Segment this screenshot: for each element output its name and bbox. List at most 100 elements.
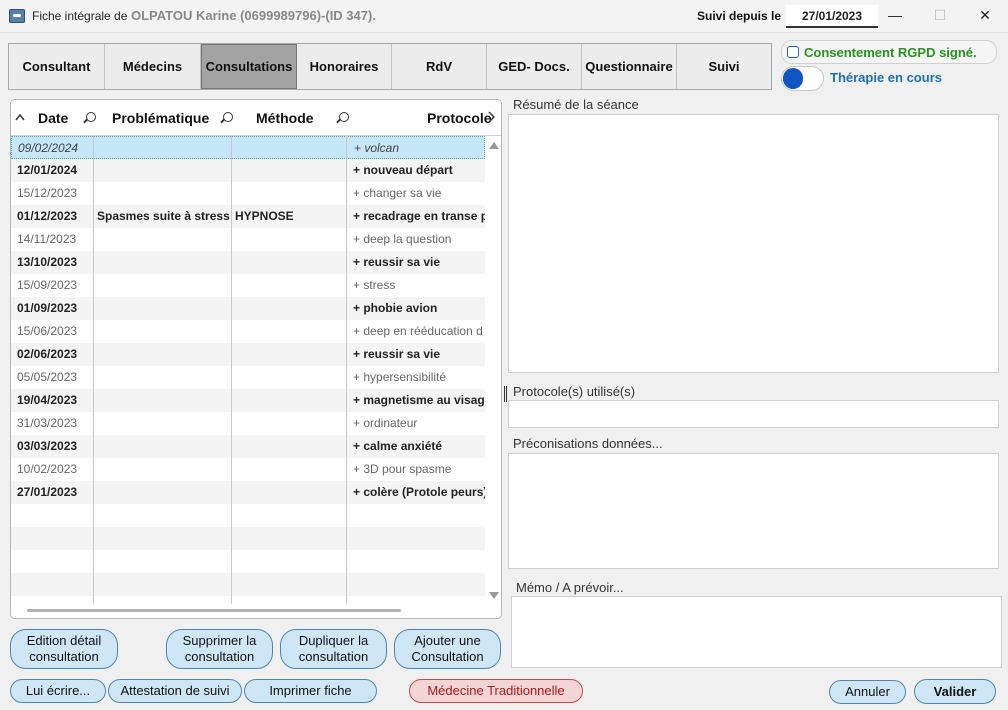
table-row[interactable] [11,504,485,527]
table-row[interactable]: 14/11/2023 + deep la question [11,228,485,251]
checkbox-icon[interactable] [787,46,799,58]
tab-ged-docs[interactable]: GED- Docs. [487,44,582,89]
cell-protocol: + hypersensibilité [353,370,447,384]
cell-method [235,573,345,596]
add-consultation-button[interactable]: Ajouter une Consultation [394,629,501,669]
cell-date [17,527,93,550]
scroll-up-icon[interactable] [489,142,499,149]
column-header-problem[interactable]: Problématique [112,110,209,126]
cell-date: 10/02/2023 [17,462,78,476]
cell-method [236,137,346,158]
sort-up-icon[interactable] [15,114,25,121]
cell-date: 05/05/2023 [17,370,78,384]
cell-method [235,343,345,366]
search-method-icon[interactable] [339,112,349,122]
scroll-right-icon[interactable] [487,111,495,123]
table-row[interactable]: 15/06/2023 + deep en rééducation d [11,320,485,343]
cell-method [235,527,345,550]
traditional-medicine-button[interactable]: Médecine Traditionnelle [409,679,583,703]
cell-problem [97,159,231,182]
column-header-method[interactable]: Méthode [256,110,314,126]
close-button[interactable]: ✕ [962,0,1008,30]
table-row[interactable]: 19/04/2023 + magnetisme au visage [11,389,485,412]
cell-problem [97,389,231,412]
tab-consultant[interactable]: Consultant [9,44,105,89]
horizontal-scrollbar[interactable] [27,609,401,612]
recommendations-textarea[interactable] [508,453,999,569]
table-row[interactable]: 01/12/2023 Spasmes suite à stress HYPNOSE +… [11,205,485,228]
cell-date: 01/09/2023 [17,301,78,315]
minimize-button[interactable]: — [872,0,918,30]
cancel-button[interactable]: Annuler [829,680,906,704]
cell-date: 27/01/2023 [17,485,78,499]
cell-protocol: + calme anxiété [353,439,443,453]
cell-problem [97,320,231,343]
tab-rdv[interactable]: RdV [392,44,487,89]
cell-protocol: + phobie avion [353,301,438,315]
search-date-icon[interactable] [86,112,96,122]
table-row[interactable]: 01/09/2023 + phobie avion [11,297,485,320]
cell-problem [97,481,231,504]
cell-protocol: + magnetisme au visage [353,393,485,407]
column-divider [346,136,347,604]
rgpd-consent-checkbox[interactable]: Consentement RGPD signé. [781,40,997,64]
cell-protocol: + reussir sa vie [353,347,441,361]
splitter-handle[interactable] [504,386,507,402]
column-header-protocol[interactable]: Protocole [427,110,492,126]
certificate-button[interactable]: Attestation de suivi [108,679,242,703]
cell-method [235,481,345,504]
table-row[interactable]: 13/10/2023 + reussir sa vie [11,251,485,274]
edit-detail-button[interactable]: Edition détail consultation [10,629,118,669]
table-row[interactable]: 27/01/2023 + colère (Protole peurs) [11,481,485,504]
cell-date: 09/02/2024 [18,141,79,155]
table-row[interactable] [11,573,485,596]
summary-textarea[interactable] [508,114,999,373]
maximize-button[interactable]: ☐ [917,0,963,30]
cell-protocol [353,504,485,527]
duplicate-consultation-button[interactable]: Dupliquer la consultation [280,629,387,669]
cell-date: 19/04/2023 [17,393,78,407]
search-problem-icon[interactable] [223,112,233,122]
cell-protocol [353,573,485,596]
therapy-toggle[interactable] [781,66,824,91]
write-button[interactable]: Lui écrire... [10,679,106,703]
tab-medecins[interactable]: Médecins [105,44,201,89]
table-row[interactable]: 09/02/2024 + volcan [11,136,485,159]
follow-since-date-field[interactable]: 27/01/2023 [786,5,878,28]
table-row[interactable]: 02/06/2023 + reussir sa vie [11,343,485,366]
table-row[interactable]: 12/01/2024 + nouveau départ [11,159,485,182]
cell-date: 14/11/2023 [17,232,77,246]
tab-questionnaire[interactable]: Questionnaire [582,44,677,89]
table-row[interactable]: 31/03/2023 + ordinateur [11,412,485,435]
table-row[interactable]: 15/09/2023 + stress [11,274,485,297]
delete-consultation-button[interactable]: Supprimer la consultation [166,629,273,669]
column-header-date[interactable]: Date [38,110,68,126]
table-row[interactable] [11,550,485,573]
table-row[interactable]: 03/03/2023 + calme anxiété [11,435,485,458]
print-button[interactable]: Imprimer fiche [244,679,377,703]
protocols-field[interactable] [508,400,999,428]
consultations-table: Date Problématique Méthode Protocole 09/… [10,99,502,619]
table-row[interactable]: 05/05/2023 + hypersensibilité [11,366,485,389]
title-bar: Fiche intégrale de OLPATOU Karine (06999… [0,0,1008,33]
table-row[interactable] [11,527,485,550]
scroll-down-icon[interactable] [489,592,499,599]
table-row[interactable]: 15/12/2023 + changer sa vie [11,182,485,205]
cell-date [17,573,93,596]
table-body: 09/02/2024 + volcan 12/01/2024 + nouveau dé… [11,136,485,604]
cell-protocol: + reussir sa vie [353,255,441,269]
cell-date: 15/06/2023 [17,324,78,338]
cell-protocol: + volcan [354,141,400,155]
cell-problem [97,274,231,297]
validate-button[interactable]: Valider [914,679,996,704]
vertical-scrollbar[interactable] [487,136,501,604]
tab-suivi[interactable]: Suivi [677,44,771,89]
table-row[interactable]: 10/02/2023 + 3D pour spasme [11,458,485,481]
memo-textarea[interactable] [511,596,1002,668]
tab-consultations[interactable]: Consultations [201,44,297,89]
cell-method [235,159,345,182]
cell-protocol: + ordinateur [353,416,418,430]
cell-problem [97,251,231,274]
tab-honoraires[interactable]: Honoraires [297,44,392,89]
cell-date: 15/12/2023 [17,186,78,200]
